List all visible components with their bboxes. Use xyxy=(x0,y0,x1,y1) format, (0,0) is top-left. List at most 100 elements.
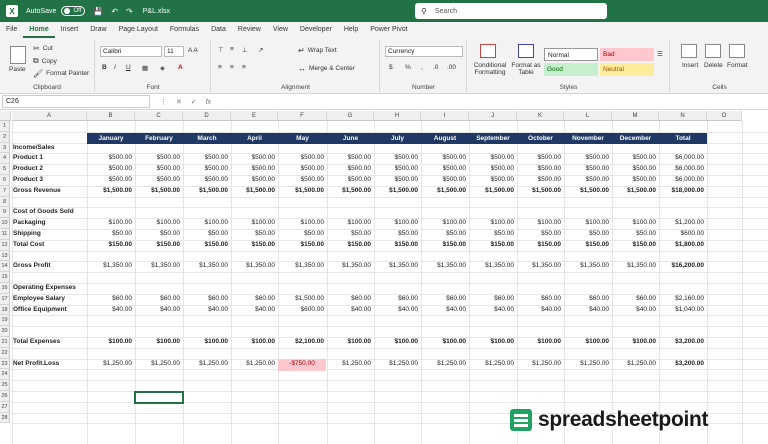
data-cell[interactable]: $1,500.00 xyxy=(327,186,371,197)
data-cell[interactable]: $100.00 xyxy=(469,337,515,348)
data-cell[interactable]: $500.00 xyxy=(421,175,467,186)
column-header[interactable]: A xyxy=(12,111,87,121)
tab-page-layout[interactable]: Page Layout xyxy=(113,22,164,38)
decrease-decimal-icon[interactable]: .00 xyxy=(447,64,456,71)
column-header[interactable]: D xyxy=(183,111,231,121)
data-cell[interactable]: $1,350.00 xyxy=(469,261,514,272)
data-cell[interactable]: $100.00 xyxy=(183,337,229,348)
data-cell[interactable]: $50.00 xyxy=(421,229,466,240)
align-right-icon[interactable]: ≡ xyxy=(242,64,246,71)
data-cell[interactable]: $100.00 xyxy=(612,218,657,229)
data-cell[interactable]: $50.00 xyxy=(135,229,180,240)
row-header[interactable]: 24 xyxy=(0,369,10,381)
row-header[interactable]: 27 xyxy=(0,401,10,413)
borders-icon[interactable]: ▦ xyxy=(142,64,148,72)
formula-options-icon[interactable]: ⋮ xyxy=(160,99,167,106)
data-cell[interactable]: $1,250.00 xyxy=(374,359,418,370)
data-cell[interactable]: $150.00 xyxy=(612,240,657,251)
data-cell[interactable]: $500.00 xyxy=(517,153,562,164)
data-cell[interactable]: $500.00 xyxy=(135,164,181,175)
data-cell[interactable]: $500.00 xyxy=(517,164,562,175)
data-cell[interactable]: $100.00 xyxy=(183,218,229,229)
row-header[interactable]: 10 xyxy=(0,218,10,229)
font-name-select[interactable]: Calibri xyxy=(100,46,162,57)
data-cell[interactable]: $50.00 xyxy=(469,229,514,240)
data-cell[interactable]: $1,250.00 xyxy=(564,359,609,370)
column-header[interactable]: H xyxy=(374,111,421,121)
row-header[interactable]: 7 xyxy=(0,185,10,197)
data-cell[interactable]: $500.00 xyxy=(278,164,325,175)
column-header[interactable]: E xyxy=(231,111,278,121)
align-middle-icon[interactable]: ≡ xyxy=(230,46,234,53)
data-cell[interactable]: $500.00 xyxy=(421,164,467,175)
delete-button[interactable]: Delete xyxy=(704,62,723,69)
data-cell[interactable]: $100.00 xyxy=(564,337,610,348)
data-cell[interactable]: $500.00 xyxy=(278,153,325,164)
data-cell[interactable]: $60.00 xyxy=(421,294,466,305)
data-cell[interactable]: $1,500.00 xyxy=(374,186,418,197)
row-header[interactable]: 21 xyxy=(0,337,10,348)
tab-help[interactable]: Help xyxy=(338,22,364,38)
data-cell[interactable]: $500.00 xyxy=(231,164,276,175)
column-header[interactable]: M xyxy=(612,111,659,121)
data-cell[interactable]: $100.00 xyxy=(612,337,657,348)
row-header[interactable]: 19 xyxy=(0,315,10,327)
data-cell[interactable]: $500.00 xyxy=(231,153,276,164)
data-cell[interactable]: $60.00 xyxy=(517,294,561,305)
data-cell[interactable]: $3,200.00 xyxy=(659,359,704,370)
paste-icon[interactable] xyxy=(10,46,26,64)
tab-power-pivot[interactable]: Power Pivot xyxy=(364,22,413,38)
comma-icon[interactable]: , xyxy=(421,64,423,71)
style-bad[interactable]: Bad xyxy=(600,48,654,61)
data-cell[interactable]: $1,500.00 xyxy=(278,186,324,197)
column-header[interactable]: C xyxy=(135,111,183,121)
column-header[interactable]: L xyxy=(564,111,612,121)
data-cell[interactable]: $500.00 xyxy=(135,153,181,164)
delete-cells-icon[interactable] xyxy=(705,44,721,58)
row-header[interactable]: 13 xyxy=(0,250,10,262)
font-color-icon[interactable]: A xyxy=(178,64,183,71)
data-cell[interactable]: $100.00 xyxy=(374,218,419,229)
data-cell[interactable]: $100.00 xyxy=(135,218,181,229)
data-cell[interactable]: $100.00 xyxy=(421,337,467,348)
column-header[interactable]: K xyxy=(517,111,564,121)
row-header[interactable]: 6 xyxy=(0,175,10,186)
name-box[interactable]: C26 xyxy=(2,95,150,108)
data-cell[interactable]: $500.00 xyxy=(564,164,610,175)
data-cell[interactable]: $100.00 xyxy=(374,337,419,348)
fx-icon[interactable]: fx xyxy=(206,99,211,106)
data-cell[interactable]: $150.00 xyxy=(183,240,229,251)
align-top-icon[interactable]: ⊤ xyxy=(218,46,224,54)
data-cell[interactable]: $500.00 xyxy=(327,153,372,164)
data-cell[interactable]: $600.00 xyxy=(278,305,325,316)
data-cell[interactable]: $1,350.00 xyxy=(183,261,228,272)
data-cell[interactable]: $40.00 xyxy=(135,305,180,316)
data-cell[interactable]: $500.00 xyxy=(469,153,515,164)
row-header[interactable]: 3 xyxy=(0,142,10,154)
select-all-corner[interactable] xyxy=(0,111,11,121)
data-cell[interactable]: $500.00 xyxy=(564,153,610,164)
merge-center-button[interactable]: ↔ Merge & Center xyxy=(298,64,355,73)
data-cell[interactable]: $40.00 xyxy=(421,305,466,316)
data-cell[interactable]: $1,500.00 xyxy=(135,186,180,197)
data-cell[interactable]: $1,350.00 xyxy=(327,261,371,272)
data-cell[interactable]: $50.00 xyxy=(564,229,609,240)
data-cell[interactable]: $100.00 xyxy=(469,218,515,229)
data-cell[interactable]: $500.00 xyxy=(278,175,325,186)
data-cell[interactable]: $60.00 xyxy=(374,294,418,305)
data-cell[interactable]: $1,350.00 xyxy=(517,261,561,272)
data-cell[interactable]: $50.00 xyxy=(612,229,656,240)
data-cell[interactable]: $50.00 xyxy=(278,229,324,240)
data-cell[interactable]: $60.00 xyxy=(135,294,180,305)
row-header[interactable]: 12 xyxy=(0,239,10,251)
tab-developer[interactable]: Developer xyxy=(294,22,338,38)
data-cell[interactable]: $50.00 xyxy=(183,229,228,240)
insert-cells-icon[interactable] xyxy=(681,44,697,58)
data-cell[interactable]: $500.00 xyxy=(87,175,133,186)
column-header[interactable]: O xyxy=(707,111,742,121)
data-cell[interactable]: $2,160.00 xyxy=(659,294,704,305)
data-cell[interactable]: $500.00 xyxy=(612,175,657,186)
data-cell[interactable]: $6,000.00 xyxy=(659,153,704,164)
data-cell[interactable]: $1,040.00 xyxy=(659,305,704,316)
row-header[interactable]: 9 xyxy=(0,207,10,219)
